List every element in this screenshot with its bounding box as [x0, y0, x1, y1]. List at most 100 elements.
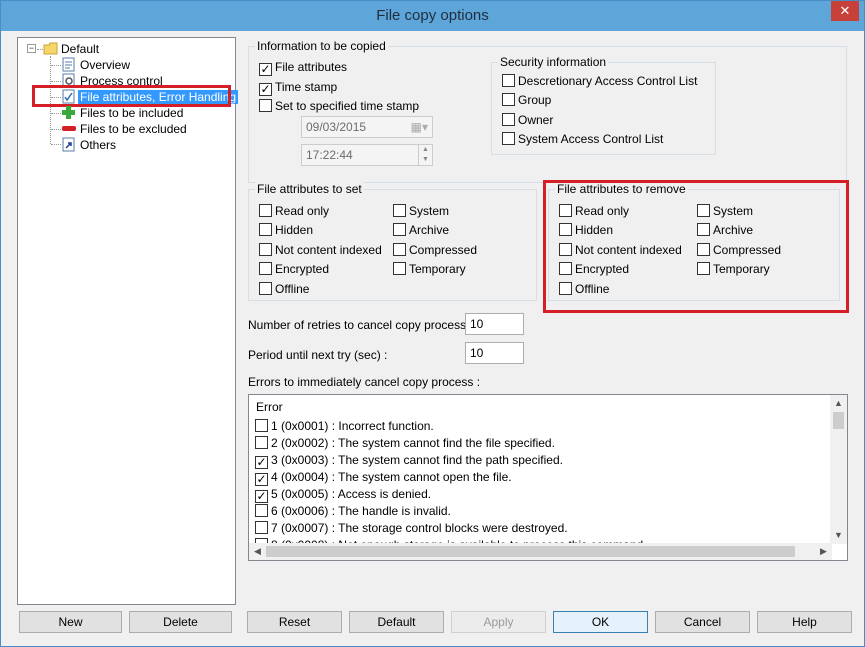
scroll-up-icon[interactable]: ▲	[830, 395, 847, 412]
error-list-item[interactable]: ✓ 4 (0x0004) : The system cannot open the…	[255, 469, 512, 486]
reset-button[interactable]: Reset	[247, 611, 342, 633]
checkbox-label: Offline	[275, 282, 310, 296]
checkbox-box	[259, 262, 272, 275]
spin-arrows-icon[interactable]: ▲ ▼	[418, 145, 432, 165]
tree-item-files-excluded[interactable]: Files to be excluded	[80, 121, 187, 137]
dialog-client-area: − Default Overview Process control File …	[7, 31, 858, 642]
checkbox-box: ✓	[255, 472, 268, 486]
error-text: 4 (0x0004) : The system cannot open the …	[271, 470, 512, 484]
shortcut-icon	[61, 137, 76, 152]
checkbox-box	[259, 282, 272, 295]
error-text: 5 (0x0005) : Access is denied.	[271, 487, 432, 501]
owner-checkbox[interactable]: Owner	[502, 112, 553, 128]
tree-connector	[51, 113, 61, 114]
scroll-right-icon[interactable]: ▶	[815, 543, 832, 560]
errors-list[interactable]: Error 1 (0x0001) : Incorrect function. 2 …	[248, 394, 848, 561]
checkbox-box	[502, 132, 515, 145]
tree-connector	[51, 144, 61, 145]
error-list-item[interactable]: ✓ 3 (0x0003) : The system cannot find the…	[255, 452, 563, 469]
set-time-stamp-checkbox[interactable]: Set to specified time stamp	[259, 98, 419, 114]
dacl-checkbox[interactable]: Descretionary Access Control List	[502, 73, 697, 89]
set-archive-checkbox[interactable]: Archive	[393, 222, 449, 238]
group-checkbox[interactable]: Group	[502, 92, 551, 108]
checkbox-label: File attributes	[275, 60, 348, 74]
checkbox-label: Compressed	[409, 243, 478, 257]
file-copy-options-window: File copy options ✕ − Default Overview P	[0, 0, 865, 647]
ok-button[interactable]: OK	[553, 611, 648, 633]
close-button[interactable]: ✕	[831, 1, 859, 21]
period-input[interactable]: 10	[465, 342, 524, 364]
scroll-left-icon[interactable]: ◀	[249, 543, 266, 560]
tree-item-overview[interactable]: Overview	[80, 57, 130, 73]
checkbox-box	[502, 74, 515, 87]
vertical-scrollbar[interactable]: ▲ ▼	[830, 395, 847, 544]
info-to-copy-title: Information to be copied	[255, 39, 388, 53]
scroll-thumb[interactable]	[266, 546, 795, 557]
set-read-only-checkbox[interactable]: Read only	[259, 203, 329, 219]
set-not-content-indexed-checkbox[interactable]: Not content indexed	[259, 242, 382, 258]
settings-tree[interactable]: − Default Overview Process control File …	[17, 37, 239, 605]
checkbox-box	[259, 204, 272, 217]
checkbox-label: Time stamp	[275, 80, 338, 94]
highlight-box-remove	[543, 180, 849, 313]
sacl-checkbox[interactable]: System Access Control List	[502, 131, 663, 147]
error-text: 6 (0x0006) : The handle is invalid.	[271, 504, 451, 518]
plus-icon	[61, 105, 76, 120]
new-button[interactable]: New	[19, 611, 122, 633]
set-hidden-checkbox[interactable]: Hidden	[259, 222, 313, 238]
minus-icon	[61, 121, 76, 136]
checkbox-box	[255, 521, 268, 534]
checkbox-label: System	[409, 204, 450, 218]
error-list-item[interactable]: 2 (0x0002) : The system cannot find the …	[255, 435, 555, 451]
tree-item-files-included[interactable]: Files to be included	[80, 105, 183, 121]
checkbox-label: Archive	[409, 223, 450, 237]
file-attributes-checkbox[interactable]: ✓ File attributes	[259, 59, 348, 76]
time-stamp-checkbox[interactable]: ✓ Time stamp	[259, 79, 338, 96]
checkbox-label: Descretionary Access Control List	[518, 74, 698, 88]
checkbox-label: Not content indexed	[275, 243, 382, 257]
collapse-icon[interactable]: −	[27, 44, 36, 53]
attributes-to-set-group: File attributes to set Read only Hidden …	[248, 182, 537, 301]
cancel-button[interactable]: Cancel	[655, 611, 750, 633]
checkbox-box	[259, 223, 272, 236]
retries-input[interactable]: 10	[465, 313, 524, 335]
tree-item-others[interactable]: Others	[80, 137, 116, 153]
checkbox-box	[255, 504, 268, 517]
scroll-down-icon[interactable]: ▼	[830, 527, 847, 544]
set-temporary-checkbox[interactable]: Temporary	[393, 261, 466, 277]
checkbox-box	[255, 436, 268, 449]
error-list-item[interactable]: 6 (0x0006) : The handle is invalid.	[255, 503, 451, 519]
error-list-item[interactable]: 1 (0x0001) : Incorrect function.	[255, 418, 434, 434]
error-text: 7 (0x0007) : The storage control blocks …	[271, 521, 568, 535]
error-column-header[interactable]: Error	[256, 399, 283, 415]
apply-button[interactable]: Apply	[451, 611, 546, 633]
help-button[interactable]: Help	[757, 611, 852, 633]
checkbox-box	[259, 99, 272, 112]
calendar-dropdown-icon: ▦▾	[410, 120, 428, 134]
tree-root-default[interactable]: Default	[61, 41, 99, 57]
checkbox-box: ✓	[259, 62, 272, 76]
error-list-item[interactable]: 7 (0x0007) : The storage control blocks …	[255, 520, 568, 536]
set-encrypted-checkbox[interactable]: Encrypted	[259, 261, 329, 277]
set-compressed-checkbox[interactable]: Compressed	[393, 242, 477, 258]
date-value: 09/03/2015	[306, 120, 367, 134]
delete-button[interactable]: Delete	[129, 611, 232, 633]
date-picker[interactable]: 09/03/2015 ▦▾	[301, 116, 433, 138]
horizontal-scrollbar[interactable]: ◀ ▶	[249, 543, 832, 560]
checkbox-box	[502, 113, 515, 126]
checkbox-box	[393, 243, 406, 256]
time-value: 17:22:44	[306, 148, 353, 162]
set-offline-checkbox[interactable]: Offline	[259, 281, 309, 297]
checkbox-box: ✓	[255, 455, 268, 469]
scroll-thumb[interactable]	[833, 412, 844, 429]
checkbox-label: Encrypted	[275, 262, 330, 276]
title-bar[interactable]: File copy options ✕	[1, 1, 864, 31]
window-title: File copy options	[376, 7, 489, 24]
error-list-item[interactable]: ✓ 5 (0x0005) : Access is denied.	[255, 486, 432, 503]
checkbox-box	[393, 262, 406, 275]
set-system-checkbox[interactable]: System	[393, 203, 449, 219]
checkbox-box: ✓	[255, 489, 268, 503]
checkbox-box	[259, 243, 272, 256]
default-button[interactable]: Default	[349, 611, 444, 633]
time-spinner[interactable]: 17:22:44 ▲ ▼	[301, 144, 433, 166]
